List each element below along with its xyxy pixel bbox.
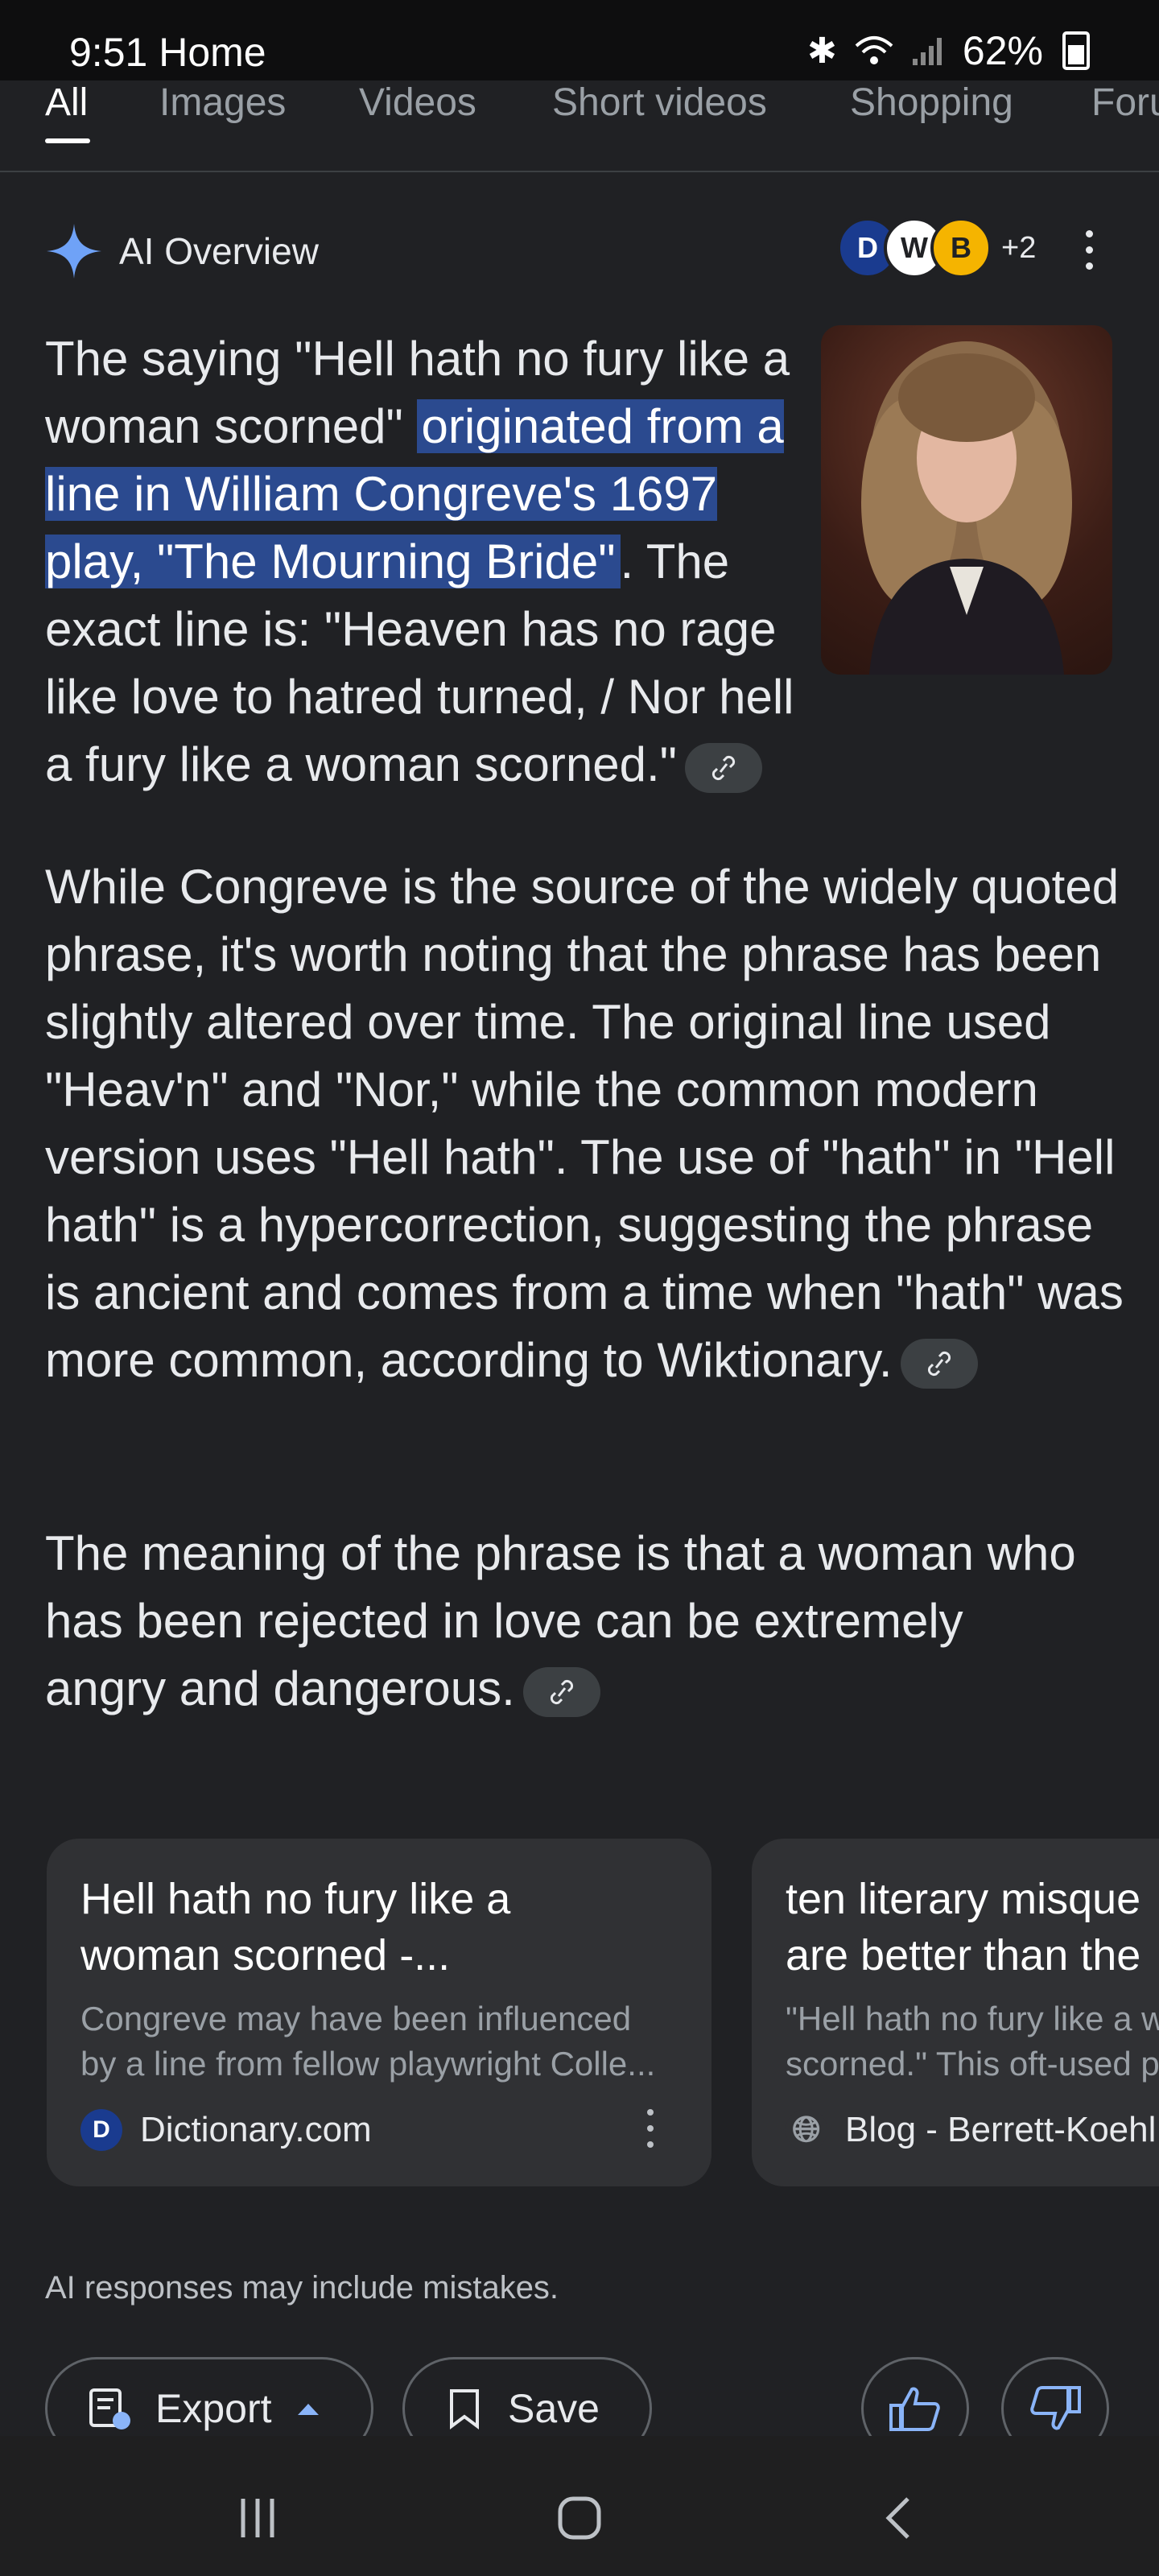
card-more-icon[interactable]	[642, 2104, 658, 2153]
source-card-footer: D Dictionary.com	[80, 2109, 372, 2151]
export-icon	[89, 2388, 130, 2429]
source-card-snippet: "Hell hath no fury like a w scorned." Th…	[786, 2000, 1159, 2083]
status-icons: ✱ 62%	[807, 27, 1090, 74]
caret-up-icon	[297, 2404, 319, 2415]
source-card-title: ten literary misque are better than the	[786, 1875, 1141, 1979]
recent-apps-icon[interactable]	[233, 2494, 282, 2542]
source-card-site: Dictionary.com	[140, 2110, 372, 2149]
status-time: 9:51 Home	[69, 30, 266, 75]
active-tab-indicator	[45, 138, 90, 143]
sources-button[interactable]: D W B +2	[837, 217, 1036, 279]
ai-overview-header: AI Overview	[45, 219, 319, 283]
tab-all[interactable]: All	[45, 80, 88, 126]
export-label: Export	[155, 2386, 272, 2431]
source-card-title: Hell hath no fury like a woman scorned -…	[80, 1875, 511, 1979]
overview-paragraph-3: The meaning of the phrase is that a woma…	[45, 1520, 1091, 1723]
sparkle-icon	[47, 224, 101, 279]
ai-disclaimer: AI responses may include mistakes.	[45, 2270, 559, 2306]
blog-source-icon: B	[930, 217, 992, 279]
citation-link-icon[interactable]	[900, 1339, 978, 1389]
overview-paragraph-2: While Congreve is the source of the wide…	[45, 853, 1124, 1394]
home-icon[interactable]	[555, 2494, 604, 2542]
status-bar: 9:51 Home ✱ 62%	[0, 0, 1159, 80]
wifi-icon	[855, 36, 893, 64]
source-card-snippet: Congreve may have been influenced by a l…	[80, 2000, 656, 2083]
source-card-dictionary[interactable]: Hell hath no fury like a woman scorned -…	[47, 1839, 711, 2186]
more-options-icon[interactable]	[1075, 225, 1103, 274]
battery-percent: 62%	[962, 28, 1043, 73]
signal-icon	[912, 38, 942, 65]
back-icon[interactable]	[882, 2494, 914, 2542]
globe-icon: 🌐︎	[786, 2109, 827, 2151]
source-card-site: Blog - Berrett-Koehl	[845, 2110, 1157, 2149]
battery-icon	[1062, 31, 1090, 70]
thumbs-down-icon	[1030, 2386, 1081, 2430]
thumbs-up-icon	[889, 2387, 940, 2431]
more-sources-count: +2	[1001, 230, 1037, 265]
ai-overview-title: AI Overview	[119, 230, 319, 272]
citation-link-icon[interactable]	[522, 1667, 600, 1718]
bluetooth-icon: ✱	[807, 31, 837, 71]
system-navigation-bar	[0, 2436, 1159, 2576]
overview-paragraph-1: The saying "Hell hath no fury like a wom…	[45, 325, 802, 799]
source-card-blog[interactable]: ten literary misque are better than the …	[752, 1839, 1159, 2186]
source-card-footer: 🌐︎ Blog - Berrett-Koehl	[786, 2109, 1156, 2151]
tab-images[interactable]: Images	[159, 80, 286, 126]
tab-videos[interactable]: Videos	[359, 80, 476, 126]
citation-link-icon[interactable]	[684, 743, 762, 794]
search-tabs: All Images Videos Short videos Shopping …	[0, 80, 1159, 172]
portrait-illustration	[861, 341, 1072, 675]
tab-shopping[interactable]: Shopping	[850, 80, 1013, 126]
tab-forums[interactable]: Foru	[1091, 80, 1159, 126]
tab-short-videos[interactable]: Short videos	[552, 80, 767, 126]
dictionary-favicon-icon: D	[80, 2109, 122, 2151]
bookmark-icon	[450, 2389, 479, 2429]
save-label: Save	[508, 2386, 600, 2431]
congreve-portrait-image[interactable]	[821, 325, 1112, 675]
